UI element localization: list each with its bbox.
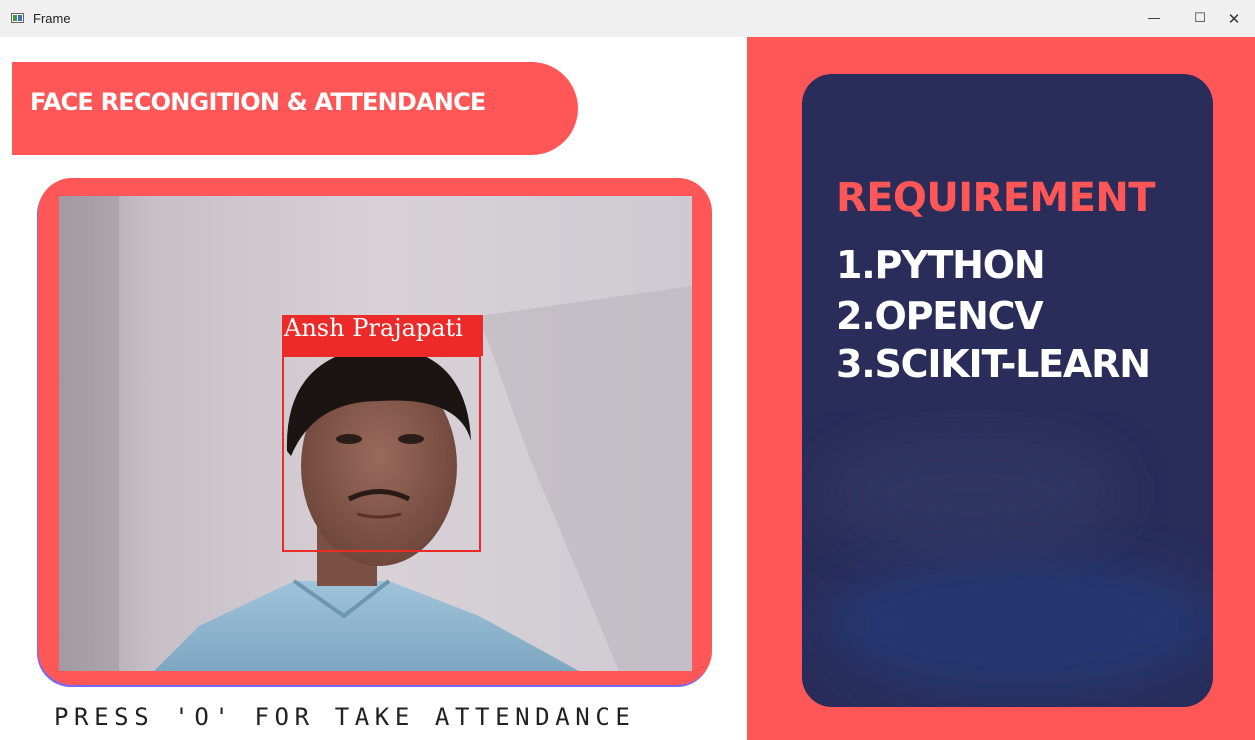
face-detection-box xyxy=(282,355,481,552)
window-icon xyxy=(11,13,24,23)
minimize-icon: — xyxy=(1147,11,1161,26)
window-title: Frame xyxy=(33,11,71,26)
requirement-item: 1.PYTHON xyxy=(836,243,1046,287)
minimize-button[interactable]: — xyxy=(1131,0,1177,37)
window-titlebar[interactable]: Frame — ☐ ✕ xyxy=(0,0,1255,37)
attendance-instruction: PRESS 'O' FOR TAKE ATTENDANCE xyxy=(54,703,636,731)
requirement-item: 2.OPENCV xyxy=(836,294,1044,338)
requirement-item: 3.SCIKIT-LEARN xyxy=(836,342,1151,386)
maximize-icon: ☐ xyxy=(1194,11,1206,26)
close-icon: ✕ xyxy=(1227,9,1241,28)
page-title: FACE RECONGITION & ATTENDANCE xyxy=(30,88,486,116)
requirements-card xyxy=(802,74,1213,707)
card-background-art xyxy=(822,434,1213,694)
close-button[interactable]: ✕ xyxy=(1211,0,1255,37)
detected-name-label: Ansh Prajapati xyxy=(284,314,463,342)
requirements-title: REQUIREMENT xyxy=(836,175,1156,221)
